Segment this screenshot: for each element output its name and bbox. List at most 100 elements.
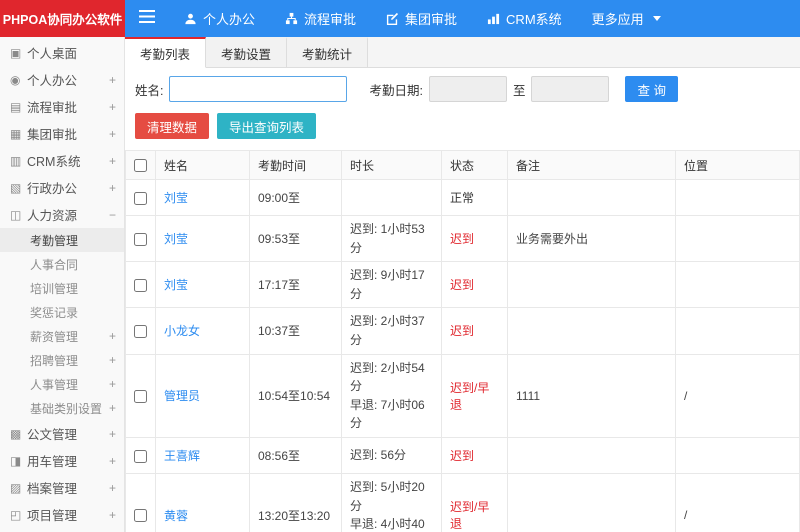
employee-name-link[interactable]: 小龙女 [164,324,200,338]
remark-cell [507,436,676,474]
nav-item-process-approval[interactable]: 流程审批 [270,0,371,37]
sidebar-item-process-approval[interactable]: 流程审批 + [0,93,124,120]
row-checkbox[interactable] [134,325,147,339]
expand-plus-icon: + [108,329,116,343]
status-cell: 迟到 [441,261,508,309]
status-cell: 迟到/早退 [441,353,508,438]
sidebar-item-document-management[interactable]: 公文管理 + [0,420,124,447]
duration-cell: 迟到: 2小时37分 [341,307,442,355]
sidebar-item-group-approval[interactable]: 集团审批 + [0,120,124,147]
name-filter-input[interactable] [169,76,348,102]
remark-cell: 1111 [507,353,676,438]
attendance-time-cell: 09:53至 [249,214,342,263]
sidebar-item-personnel-management[interactable]: 人事管理 + [0,372,124,396]
search-button[interactable]: 查 询 [625,76,678,102]
sidebar: 个人桌面 个人办公 + 流程审批 + 集团审批 + CRM系统 + [0,37,125,532]
status-cell: 迟到/早退 [441,472,508,532]
row-checkbox[interactable] [134,509,147,523]
expand-plus-icon: + [108,153,116,168]
employee-name-link[interactable]: 刘莹 [164,232,188,246]
sidebar-item-salary-management[interactable]: 薪资管理 + [0,324,124,348]
nav-item-label: 个人办公 [203,12,256,27]
nav-item-crm[interactable]: CRM系统 [472,0,577,37]
remark-cell [507,472,676,532]
row-checkbox[interactable] [134,389,147,403]
flow-icon [10,100,27,114]
date-filter-label: 考勤日期: [369,83,423,98]
archive-icon [10,481,27,495]
attendance-table-wrap: 姓名 考勤时间 时长 状态 备注 位置 刘莹 09:00至 正常 刘莹 09:5… [125,150,800,532]
date-from-input[interactable] [428,76,507,102]
employee-name-link[interactable]: 黄蓉 [164,509,188,523]
employee-name-link[interactable]: 管理员 [164,389,200,403]
row-checkbox[interactable] [134,191,147,205]
remark-cell [507,307,676,355]
car-icon [10,454,27,468]
name-filter-label: 姓名: [135,83,164,98]
remark-cell [507,179,676,216]
select-all-checkbox[interactable] [134,159,147,173]
expand-plus-icon: + [108,126,116,141]
nav-user-icon [184,12,197,25]
status-cell: 迟到 [441,307,508,355]
sidebar-item-attendance-management[interactable]: 考勤管理 [0,228,124,252]
sidebar-item-recruitment-management[interactable]: 招聘管理 + [0,348,124,372]
table-row: 刘莹 09:53至 迟到: 1小时53分 迟到 业务需要外出 [125,214,800,263]
employee-name-link[interactable]: 王喜辉 [164,449,200,463]
date-to-label: 至 [512,83,526,98]
tab-bar: 考勤列表 考勤设置 考勤统计 [125,37,800,68]
table-row: 刘莹 17:17至 迟到: 9小时17分 迟到 [125,261,800,309]
employee-name-link[interactable]: 刘莹 [164,278,188,292]
tab-attendance-list[interactable]: 考勤列表 [125,37,207,68]
sidebar-item-reward-punishment[interactable]: 奖惩记录 [0,300,124,324]
attendance-time-cell: 10:37至 [249,307,342,355]
nav-item-label: 集团审批 [405,12,458,27]
expand-plus-icon: + [108,507,116,522]
clean-data-button[interactable]: 清理数据 [135,113,210,139]
expand-plus-icon: + [108,480,116,495]
group-approval-icon [10,127,27,141]
attendance-time-cell: 08:56至 [249,436,342,474]
filter-bar: 姓名: 考勤日期: 至 查 询 [125,68,800,110]
tab-attendance-settings[interactable]: 考勤设置 [206,37,288,67]
table-row: 黄蓉 13:20至13:20 迟到: 5小时20分 早退: 4小时40分 迟到/… [125,472,800,532]
project-icon [10,508,27,522]
export-list-button[interactable]: 导出查询列表 [217,113,317,139]
expand-plus-icon: + [108,72,116,87]
col-header-status: 状态 [441,150,508,180]
nav-edit-icon [386,12,399,25]
sidebar-item-admin-office[interactable]: 行政办公 + [0,174,124,201]
sidebar-item-training-management[interactable]: 培训管理 [0,276,124,300]
user-icon [10,73,27,87]
sidebar-item-crm[interactable]: CRM系统 + [0,147,124,174]
sidebar-item-hr-contract[interactable]: 人事合同 [0,252,124,276]
caret-down-icon [652,16,661,21]
sidebar-item-personal-office[interactable]: 个人办公 + [0,66,124,93]
sidebar-item-project-management[interactable]: 项目管理 + [0,501,124,528]
sidebar-item-hr[interactable]: 人力资源 − [0,201,124,228]
table-header-row: 姓名 考勤时间 时长 状态 备注 位置 [125,150,800,180]
main-content: 考勤列表 考勤设置 考勤统计 姓名: 考勤日期: 至 查 询 清理数据 导出查询… [125,37,800,532]
row-checkbox[interactable] [134,449,147,463]
tab-attendance-statistics[interactable]: 考勤统计 [287,37,369,67]
sidebar-item-archive-management[interactable]: 档案管理 + [0,474,124,501]
sidebar-item-vehicle-management[interactable]: 用车管理 + [0,447,124,474]
row-checkbox[interactable] [134,232,147,246]
sidebar-item-personal-desktop[interactable]: 个人桌面 [0,39,124,66]
attendance-table: 姓名 考勤时间 时长 状态 备注 位置 刘莹 09:00至 正常 刘莹 09:5… [125,150,800,532]
row-checkbox[interactable] [134,278,147,292]
nav-item-group-approval[interactable]: 集团审批 [371,0,472,37]
employee-name-link[interactable]: 刘莹 [164,191,188,205]
nav-item-personal-office[interactable]: 个人办公 [169,0,270,37]
nav-item-label: 更多应用 [591,12,644,27]
nav-item-more-apps[interactable]: 更多应用 [577,0,676,37]
menu-toggle-button[interactable] [125,0,169,37]
sidebar-item-basic-category-settings[interactable]: 基础类别设置 + [0,396,124,420]
document-icon [10,427,27,441]
expand-plus-icon: + [108,377,116,391]
date-to-input[interactable] [531,76,610,102]
duration-cell: 迟到: 9小时17分 [341,261,442,309]
admin-icon [10,181,27,195]
hamburger-icon [139,9,155,28]
table-row: 王喜辉 08:56至 迟到: 56分 迟到 [125,436,800,474]
